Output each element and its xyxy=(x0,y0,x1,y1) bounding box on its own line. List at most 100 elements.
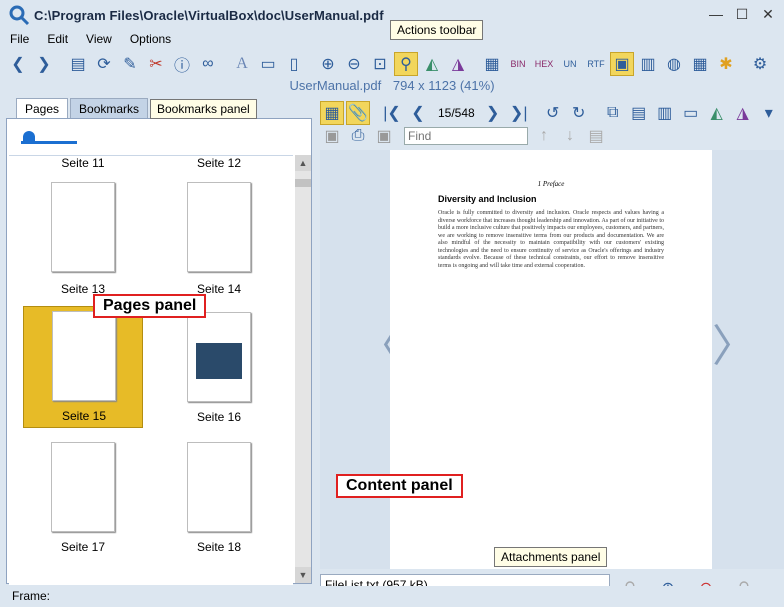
thumb-label: Seite 16 xyxy=(196,410,242,424)
bookmarks-panel-callout: Bookmarks panel xyxy=(150,99,257,119)
thumbnail-item[interactable]: Seite 14 xyxy=(159,178,279,298)
minimize-button[interactable]: — xyxy=(706,4,726,24)
page-navigation-toolbar: ▦ 📎 |❮ ❮ 15/548 ❯ ❯| ↺ ↻ ⧉ ▤ ▥ ▭ ◭ ◮ ▾ xyxy=(320,100,784,126)
zoom-fit-icon[interactable]: ⊡ xyxy=(368,52,392,76)
save-alt-icon[interactable]: ▣ xyxy=(372,124,396,148)
find-next-down-icon[interactable]: ↓ xyxy=(558,124,582,148)
pages-panel-callout: Pages panel xyxy=(93,294,207,318)
flip-alt-icon[interactable]: ◮ xyxy=(446,52,470,76)
zoom-out-icon[interactable]: ⊖ xyxy=(342,52,366,76)
font-icon[interactable]: A xyxy=(230,52,254,76)
next-page-icon[interactable]: ❯ xyxy=(481,101,505,125)
thumbnail-item-selected[interactable]: Seite 15 xyxy=(23,306,143,428)
thumb-label: Seite 12 xyxy=(196,156,242,170)
tab-bookmarks[interactable]: Bookmarks xyxy=(70,98,149,119)
flip-icon[interactable]: ◭ xyxy=(420,52,444,76)
page-thumbnail xyxy=(187,182,251,272)
thumb-label: Seite 11 xyxy=(61,156,105,170)
page-alt-icon[interactable]: ▯ xyxy=(282,52,306,76)
zoom-area-icon[interactable]: ⚲ xyxy=(394,52,418,76)
next-page-arrow[interactable]: 〉 xyxy=(712,310,756,374)
zoom-in-icon[interactable]: ⊕ xyxy=(316,52,340,76)
page-icon[interactable]: ▭ xyxy=(256,52,280,76)
scroll-thumb[interactable] xyxy=(295,179,311,187)
save-icon[interactable]: ▣ xyxy=(320,124,344,148)
pdf-page: 1 Preface Diversity and Inclusion Oracle… xyxy=(390,150,712,569)
tab-pages[interactable]: Pages xyxy=(16,98,69,119)
prev-page-icon[interactable]: ❮ xyxy=(406,101,430,125)
status-frame-label: Frame: xyxy=(12,589,51,603)
flip-icon[interactable]: ◭ xyxy=(705,101,729,125)
unicode-icon[interactable]: UN xyxy=(558,52,582,76)
document-filename: UserManual.pdf xyxy=(289,78,382,93)
maximize-button[interactable]: ☐ xyxy=(732,4,752,24)
attachments-toggle-icon[interactable]: 📎 xyxy=(346,101,370,125)
thumbnails-toggle-icon[interactable]: ▦ xyxy=(320,101,344,125)
thumbnail-item[interactable]: Seite 16 xyxy=(159,308,279,428)
globe-icon[interactable]: ◍ xyxy=(662,52,686,76)
page-up-icon[interactable]: ▤ xyxy=(627,101,651,125)
actions-toolbar: ❮ ❯ ▤ ⟳ ✎ ✂ ⓘ ∞ A ▭ ▯ ⊕ ⊖ ⊡ ⚲ ◭ ◮ ▦ BIN … xyxy=(0,50,784,78)
rotate-right-icon[interactable]: ↻ xyxy=(567,101,591,125)
forward-icon[interactable]: ❯ xyxy=(32,52,56,76)
page-header: 1 Preface xyxy=(537,180,565,188)
slider-handle[interactable] xyxy=(23,131,35,143)
table-icon[interactable]: ▦ xyxy=(688,52,712,76)
print-icon[interactable]: ⎙ xyxy=(346,124,370,148)
thumbnail-item[interactable]: Seite 18 xyxy=(159,438,279,558)
rotate-left-icon[interactable]: ↺ xyxy=(541,101,565,125)
more-dropdown-icon[interactable]: ▾ xyxy=(757,101,781,125)
thumbnail-item[interactable]: Seite 17 xyxy=(23,438,143,558)
content-area: ▦ 📎 |❮ ❮ 15/548 ❯ ❯| ↺ ↻ ⧉ ▤ ▥ ▭ ◭ ◮ ▾ ▣… xyxy=(320,96,784,604)
gear-icon[interactable]: ⚙ xyxy=(748,52,772,76)
puzzle-icon[interactable]: ✱ xyxy=(714,52,738,76)
binoculars-icon[interactable]: ∞ xyxy=(196,52,220,76)
back-icon[interactable]: ❮ xyxy=(6,52,30,76)
image-icon[interactable]: ▣ xyxy=(610,52,634,76)
page-heading: Diversity and Inclusion xyxy=(438,194,537,204)
page-thumbnail xyxy=(51,182,115,272)
pages-frame: Seite 11 Seite 12 Seite 13 Seite 14 Seit… xyxy=(6,118,312,585)
menu-options[interactable]: Options xyxy=(120,30,179,48)
find-next-up-icon[interactable]: ↑ xyxy=(532,124,556,148)
thumb-label: Seite 18 xyxy=(196,540,242,554)
close-button[interactable]: ✕ xyxy=(758,4,778,24)
status-bar: Frame: xyxy=(0,586,784,607)
select-icon[interactable]: ▤ xyxy=(66,52,90,76)
copy-page-icon[interactable]: ⧉ xyxy=(601,101,625,125)
first-page-icon[interactable]: |❮ xyxy=(380,101,404,125)
bin-icon[interactable]: BIN xyxy=(506,52,530,76)
page-thumbnail xyxy=(51,442,115,532)
thumb-label: Seite 17 xyxy=(60,540,106,554)
export-icon[interactable]: ▭ xyxy=(679,101,703,125)
hex-icon[interactable]: HEX xyxy=(532,52,556,76)
cut-icon[interactable]: ✂ xyxy=(144,52,168,76)
menu-file[interactable]: File xyxy=(0,30,37,48)
find-options-icon[interactable]: ▤ xyxy=(584,124,608,148)
thumbnail-item[interactable]: Seite 13 xyxy=(23,178,143,298)
thumbnail-scrollbar[interactable]: ▲ ▼ xyxy=(295,155,311,583)
page-body: Oracle is fully committed to diversity a… xyxy=(438,210,664,269)
scroll-up-arrow[interactable]: ▲ xyxy=(295,155,311,171)
page-indicator[interactable]: 15/548 xyxy=(438,106,475,120)
find-input[interactable] xyxy=(404,127,528,145)
magnifier-app-icon xyxy=(9,5,30,26)
menu-view[interactable]: View xyxy=(76,30,120,48)
thumbnail-list: Seite 11 Seite 12 Seite 13 Seite 14 Seit… xyxy=(9,155,293,585)
page-thumbnail xyxy=(187,312,251,402)
info-icon[interactable]: ⓘ xyxy=(170,52,194,76)
page-down-icon[interactable]: ▥ xyxy=(653,101,677,125)
window-title: C:\Program Files\Oracle\VirtualBox\doc\U… xyxy=(34,7,384,23)
thumb-size-slider[interactable] xyxy=(7,119,311,153)
search-toolbar: ▣ ⎙ ▣ ↑ ↓ ▤ xyxy=(320,124,784,148)
refresh-icon[interactable]: ⟳ xyxy=(92,52,116,76)
doc-icon[interactable]: ▦ xyxy=(480,52,504,76)
grid-icon[interactable]: ▥ xyxy=(636,52,660,76)
rtf-icon[interactable]: RTF xyxy=(584,52,608,76)
actions-toolbar-callout: Actions toolbar xyxy=(390,20,484,40)
pen-icon[interactable]: ✎ xyxy=(118,52,142,76)
last-page-icon[interactable]: ❯| xyxy=(507,101,531,125)
menu-edit[interactable]: Edit xyxy=(37,30,76,48)
flip-alt-icon[interactable]: ◮ xyxy=(731,101,755,125)
scroll-down-arrow[interactable]: ▼ xyxy=(295,567,311,583)
